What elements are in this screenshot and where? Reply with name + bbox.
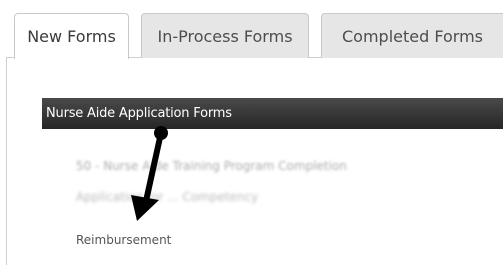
form-link-reimbursement[interactable]: Reimbursement bbox=[76, 233, 171, 247]
tab-new-forms[interactable]: New Forms bbox=[14, 13, 129, 59]
form-link-label: 50 - Nurse Aide Training Program Complet… bbox=[76, 159, 347, 173]
tab-completed-forms-label: Completed Forms bbox=[342, 26, 483, 46]
tab-new-forms-label: New Forms bbox=[27, 27, 116, 46]
tab-completed-forms[interactable]: Completed Forms bbox=[321, 13, 503, 58]
form-link-label: Reimbursement bbox=[76, 233, 172, 247]
tab-in-process-forms[interactable]: In-Process Forms bbox=[141, 13, 309, 58]
form-link-training-completion[interactable]: 50 - Nurse Aide Training Program Complet… bbox=[76, 159, 347, 173]
form-link-competency[interactable]: Application for ... Competency bbox=[76, 190, 258, 204]
section-header: Nurse Aide Application Forms bbox=[42, 98, 503, 129]
tab-in-process-forms-label: In-Process Forms bbox=[157, 26, 293, 46]
form-link-label: Application for ... Competency bbox=[76, 190, 259, 204]
section-title: Nurse Aide Application Forms bbox=[46, 106, 232, 121]
